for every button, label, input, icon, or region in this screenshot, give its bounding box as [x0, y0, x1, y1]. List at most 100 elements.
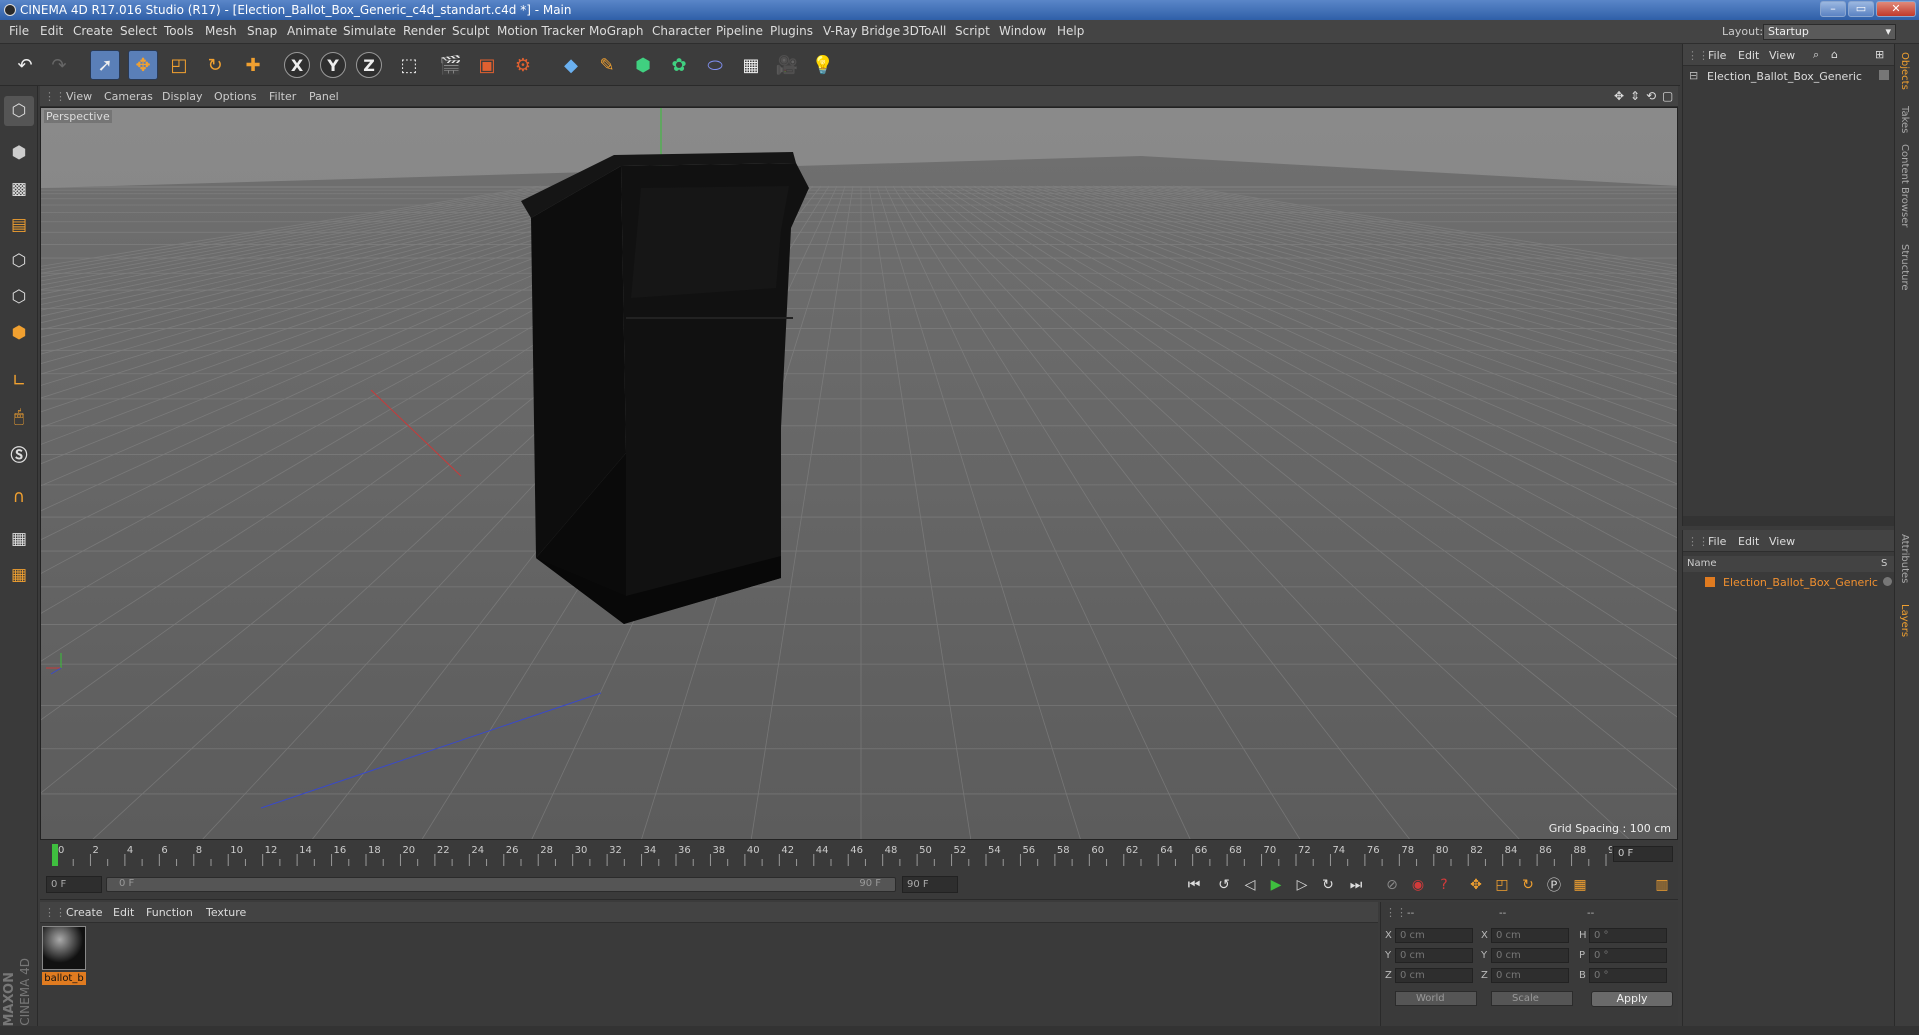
lock-workplane-icon[interactable]: ▦	[4, 524, 34, 554]
autokey-icon[interactable]: ?	[1432, 874, 1456, 896]
size-x-field[interactable]: 0 cm	[1491, 928, 1569, 943]
drag-handle-icon[interactable]: ⋮⋮	[1687, 535, 1709, 548]
minimize-button[interactable]: –	[1820, 1, 1846, 17]
timeline[interactable]: 0 2 4 6 8 10 12 14 16 18 20 22 24 26 28 30 32 34 36 38 40 42 4…	[40, 840, 1678, 870]
go-to-end-icon[interactable]: ⏭	[1344, 874, 1368, 896]
menu-script[interactable]: Script	[955, 24, 990, 38]
model-mode-icon[interactable]: ⬢	[4, 138, 34, 168]
menu-mesh[interactable]: Mesh	[205, 24, 237, 38]
floor-icon[interactable]: ▦	[736, 50, 766, 80]
tab-content-browser[interactable]: Content Browser	[1899, 144, 1910, 227]
menu-create[interactable]: Create	[73, 24, 113, 38]
texture-mode-icon[interactable]: ▩	[4, 174, 34, 204]
menu-help[interactable]: Help	[1057, 24, 1084, 38]
drag-handle-icon[interactable]: ⋮⋮	[44, 90, 66, 103]
next-frame-icon[interactable]: ▷	[1290, 874, 1314, 896]
close-button[interactable]: ✕	[1876, 1, 1916, 17]
viewport-move-icon[interactable]: ✥	[1614, 89, 1624, 103]
pos-z-field[interactable]: 0 cm	[1395, 968, 1473, 983]
key-position-icon[interactable]: ✥	[1464, 874, 1488, 896]
tab-structure[interactable]: Structure	[1899, 244, 1910, 291]
viewport-maximize-icon[interactable]: ▢	[1662, 89, 1673, 103]
size-y-field[interactable]: 0 cm	[1491, 948, 1569, 963]
menu-file[interactable]: File	[9, 24, 29, 38]
home-icon[interactable]: ⌂	[1831, 48, 1838, 61]
axis-mode-icon[interactable]: ∟	[4, 366, 34, 396]
snap-magnet-icon[interactable]: ∩	[4, 482, 34, 512]
light-icon[interactable]: 💡	[808, 50, 838, 80]
menu-snap[interactable]: Snap	[247, 24, 277, 38]
menu-3dtoall[interactable]: 3DToAll	[902, 24, 946, 38]
play-icon[interactable]: ▶	[1264, 874, 1288, 896]
menu-render[interactable]: Render	[403, 24, 446, 38]
material-swatch[interactable]: ballot_b	[42, 926, 86, 985]
apply-button[interactable]: Apply	[1591, 991, 1673, 1007]
viewport-menu-options[interactable]: Options	[214, 90, 256, 103]
menu-window[interactable]: Window	[999, 24, 1046, 38]
material-menu-create[interactable]: Create	[66, 906, 103, 919]
key-pla-icon[interactable]: ▦	[1568, 874, 1592, 896]
undo-icon[interactable]: ↶	[10, 50, 40, 80]
visibility-toggle[interactable]	[1879, 70, 1889, 80]
material-menu-edit[interactable]: Edit	[113, 906, 134, 919]
tweak-mode-icon[interactable]: 🖱	[4, 402, 34, 432]
cloner-icon[interactable]: ✿	[664, 50, 694, 80]
coordinate-system-icon[interactable]: ⬚	[394, 50, 424, 80]
timeline-playhead[interactable]	[52, 844, 58, 866]
om-menu-file[interactable]: File	[1708, 49, 1726, 62]
polygons-mode-icon[interactable]: ⬢	[4, 318, 34, 348]
layout-select[interactable]: Startup ▾	[1763, 24, 1896, 40]
viewport-menu-view[interactable]: View	[66, 90, 92, 103]
lm-menu-view[interactable]: View	[1769, 535, 1795, 548]
menu-plugins[interactable]: Plugins	[770, 24, 813, 38]
tab-attributes[interactable]: Attributes	[1899, 534, 1910, 583]
object-row[interactable]: ⊟ Election_Ballot_Box_Generic	[1683, 68, 1895, 84]
go-to-start-icon[interactable]: ⏮	[1182, 874, 1206, 896]
tab-objects[interactable]: Objects	[1899, 52, 1910, 90]
tab-layers[interactable]: Layers	[1899, 604, 1910, 637]
timeline-layout-icon[interactable]: ▥	[1650, 874, 1674, 896]
menu-vray-bridge[interactable]: V-Ray Bridge	[823, 24, 900, 38]
redo-icon[interactable]: ↷	[44, 50, 74, 80]
material-menu-texture[interactable]: Texture	[206, 906, 246, 919]
start-frame-field[interactable]: 0 F	[46, 876, 102, 893]
subdivision-icon[interactable]: ⬢	[628, 50, 658, 80]
edges-mode-icon[interactable]: ⬡	[4, 282, 34, 312]
key-scale-icon[interactable]: ◰	[1490, 874, 1514, 896]
material-menu-function[interactable]: Function	[146, 906, 193, 919]
render-picture-viewer-icon[interactable]: ▣	[472, 50, 502, 80]
menu-mograph[interactable]: MoGraph	[589, 24, 644, 38]
menu-tools[interactable]: Tools	[164, 24, 194, 38]
perspective-viewport[interactable]: Perspective Grid Spacing : 100 cm	[40, 107, 1678, 840]
menu-motion-tracker[interactable]: Motion Tracker	[497, 24, 585, 38]
current-frame-field[interactable]: 0 F	[1613, 846, 1673, 862]
points-mode-icon[interactable]: ⬡	[4, 246, 34, 276]
coordinate-space-select[interactable]: World	[1395, 991, 1477, 1006]
previous-key-icon[interactable]: ↺	[1212, 874, 1236, 896]
scale-icon[interactable]: ◰	[164, 50, 194, 80]
solo-mode-icon[interactable]: Ⓢ	[4, 438, 34, 468]
frame-range-slider[interactable]: 0 F 90 F	[106, 877, 896, 892]
menu-simulate[interactable]: Simulate	[343, 24, 396, 38]
size-z-field[interactable]: 0 cm	[1491, 968, 1569, 983]
key-rotation-icon[interactable]: ↻	[1516, 874, 1540, 896]
loop-icon[interactable]: ↻	[1316, 874, 1340, 896]
pen-icon[interactable]: ✎	[592, 50, 622, 80]
pos-x-field[interactable]: 0 cm	[1395, 928, 1473, 943]
viewport-menu-filter[interactable]: Filter	[269, 90, 296, 103]
make-editable-icon[interactable]: ⬡	[4, 96, 34, 126]
record-keyframe-icon[interactable]: ◉	[1406, 874, 1430, 896]
previous-frame-icon[interactable]: ◁	[1238, 874, 1262, 896]
workplane-icon[interactable]: ▤	[4, 210, 34, 240]
timeline-ruler[interactable]: 0 2 4 6 8 10 12 14 16 18 20 22 24 26 28 30 32 34 36 38 40 42 4…	[52, 842, 1612, 868]
viewport-menu-cameras[interactable]: Cameras	[104, 90, 153, 103]
edit-render-settings-icon[interactable]: ⚙	[508, 50, 538, 80]
horizontal-scrollbar[interactable]	[1683, 516, 1895, 526]
menu-edit[interactable]: Edit	[40, 24, 63, 38]
viewport-menu-display[interactable]: Display	[162, 90, 203, 103]
rot-h-field[interactable]: 0 °	[1589, 928, 1667, 943]
z-axis-icon[interactable]: Z	[356, 52, 382, 78]
y-axis-icon[interactable]: Y	[320, 52, 346, 78]
om-menu-edit[interactable]: Edit	[1738, 49, 1759, 62]
add-icon[interactable]: ✚	[238, 50, 268, 80]
